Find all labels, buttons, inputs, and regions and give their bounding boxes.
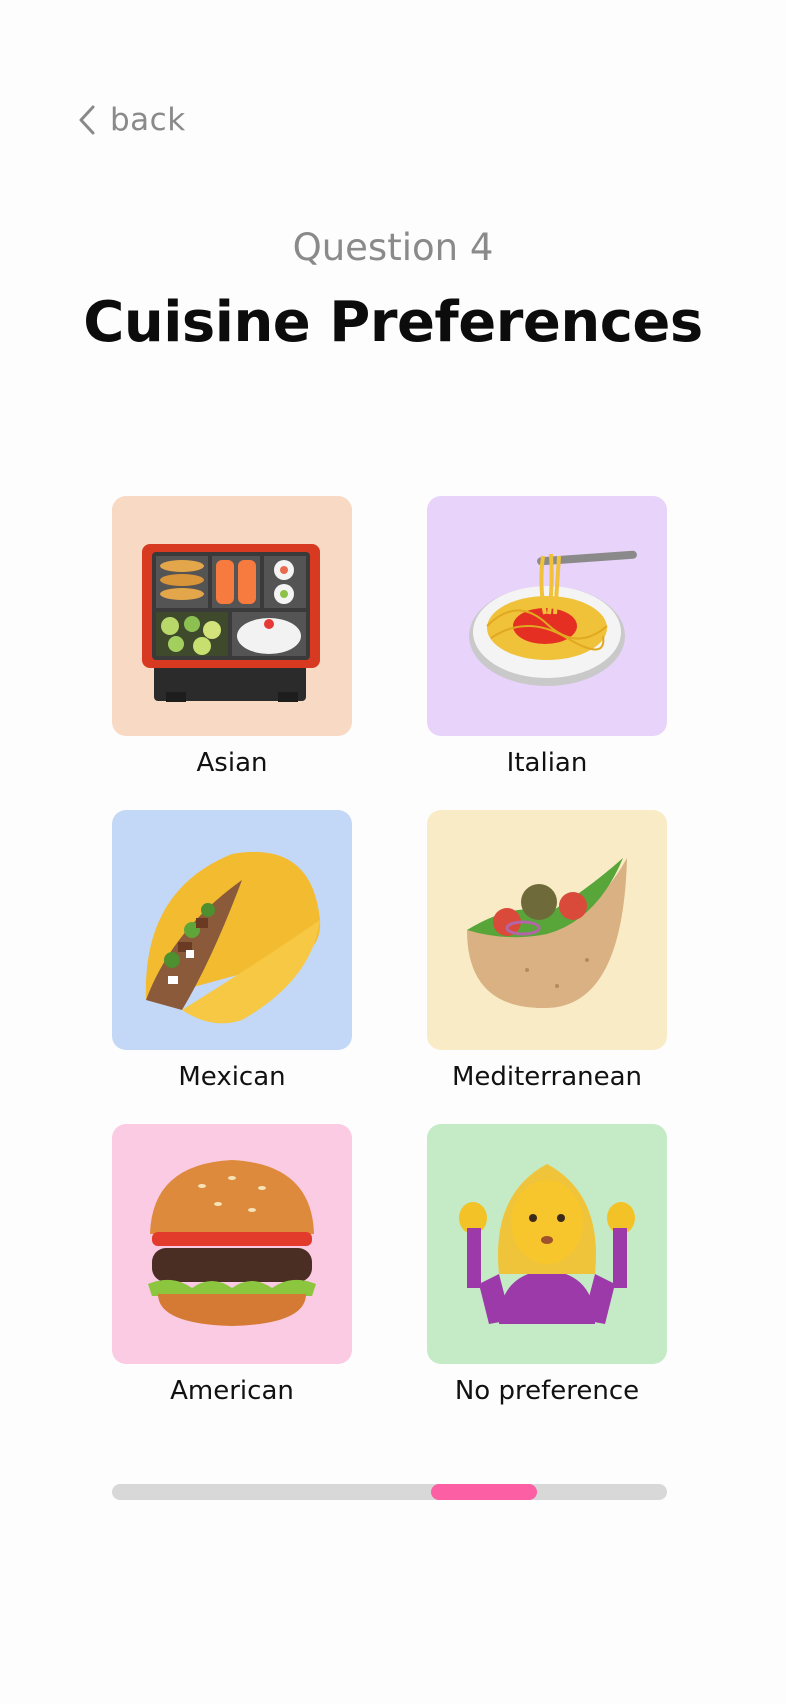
option-label: American [170, 1376, 294, 1406]
option-american[interactable]: American [112, 1124, 352, 1406]
option-label: Italian [506, 748, 588, 778]
progress-bar [112, 1484, 667, 1500]
option-label: Mediterranean [451, 1062, 643, 1092]
back-button[interactable]: back [78, 98, 186, 142]
progress-bar-fill [431, 1484, 537, 1500]
option-tile [427, 810, 667, 1050]
page-title: Cuisine Preferences [83, 290, 703, 355]
option-tile [112, 1124, 352, 1364]
option-mexican[interactable]: Mexican [112, 810, 352, 1092]
question-number: Question 4 [292, 226, 494, 269]
option-tile [112, 496, 352, 736]
chevron-left-icon [78, 105, 96, 135]
option-label: Asian [196, 748, 268, 778]
option-tile [427, 496, 667, 736]
option-italian[interactable]: Italian [427, 496, 667, 778]
option-label: Mexican [178, 1062, 286, 1092]
option-asian[interactable]: Asian [112, 496, 352, 778]
back-label: back [110, 102, 186, 138]
option-label: No preference [454, 1376, 640, 1406]
option-tile [112, 810, 352, 1050]
option-no-preference[interactable]: No preference [427, 1124, 667, 1406]
option-mediterranean[interactable]: Mediterranean [427, 810, 667, 1092]
option-tile [427, 1124, 667, 1364]
cuisine-options-grid: Asian Italian Mexican Mediterranean Amer… [112, 496, 667, 1406]
